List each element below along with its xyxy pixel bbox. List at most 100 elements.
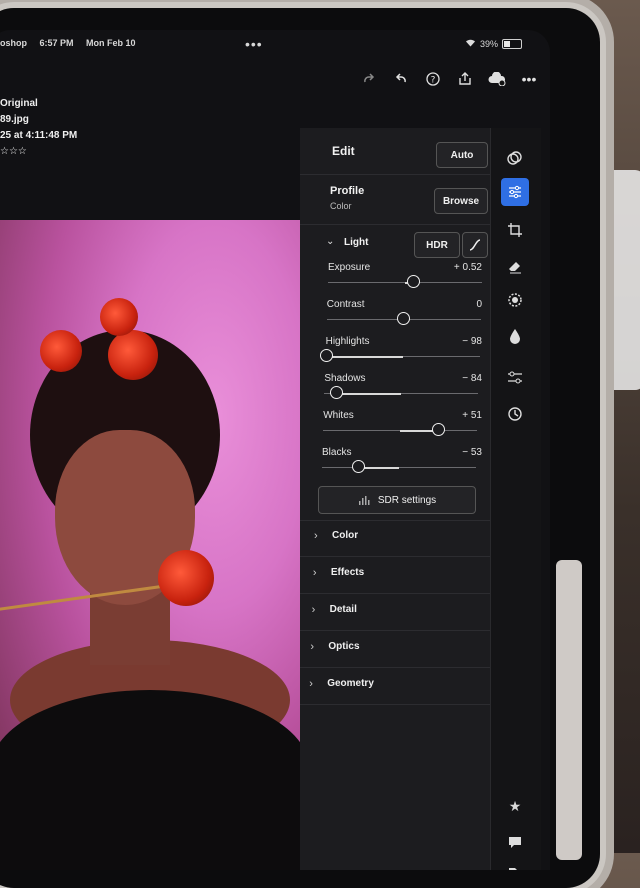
chevron-right-icon: › <box>309 678 313 690</box>
profile-label: Profile <box>330 185 365 197</box>
light-section-label[interactable]: Light <box>344 237 368 248</box>
slider-fill <box>327 355 403 358</box>
slider-track[interactable] <box>320 349 480 362</box>
capture-date: 25 at 4:11:48 PM <box>0 130 78 141</box>
chevron-down-icon[interactable]: ⌄ <box>326 236 334 247</box>
status-app-name: oshop <box>0 38 27 48</box>
slider-value[interactable]: − 98 <box>442 336 482 347</box>
section-effects[interactable]: › Effects <box>299 557 489 591</box>
slider-track[interactable] <box>326 312 481 325</box>
section-color[interactable]: › Color <box>300 520 490 554</box>
slider-track[interactable] <box>328 275 482 288</box>
chevron-right-icon: › <box>312 567 317 579</box>
section-label: Effects <box>330 567 365 578</box>
top-toolbar: ? ••• <box>360 70 538 88</box>
comment-icon[interactable] <box>505 832 525 852</box>
chevron-right-icon: › <box>311 604 316 616</box>
eraser-icon[interactable] <box>505 256 525 276</box>
slider-value[interactable]: − 84 <box>442 373 482 384</box>
sdr-settings-label: SDR settings <box>377 494 437 506</box>
divider <box>300 174 490 175</box>
sdr-settings-button[interactable]: SDR settings <box>318 486 476 514</box>
share-icon[interactable] <box>456 70 474 88</box>
star-rating[interactable]: ☆☆☆ <box>0 144 77 160</box>
tool-rail: ★ <box>490 128 541 870</box>
slider-label: Blacks <box>322 447 352 458</box>
slider-value[interactable]: 0 <box>442 299 482 310</box>
cloud-sync-icon[interactable] <box>488 70 506 88</box>
histogram-icon <box>358 496 370 505</box>
slider-knob[interactable] <box>320 349 334 362</box>
more-icon[interactable]: ••• <box>520 70 538 88</box>
section-optics[interactable]: › Optics <box>296 631 486 665</box>
heal-icon[interactable] <box>505 326 525 346</box>
slider-knob[interactable] <box>329 386 343 399</box>
masking-icon[interactable] <box>505 290 525 310</box>
photo-rose <box>108 330 158 380</box>
photo-canvas[interactable] <box>0 220 310 870</box>
tablet-screen: oshop 6:57 PM Mon Feb 10 ••• 39% ? ••• O… <box>0 30 550 870</box>
divider <box>300 704 490 705</box>
history-icon[interactable] <box>505 404 525 424</box>
tone-curve-button[interactable] <box>462 232 488 258</box>
tone-curve-icon <box>469 239 481 251</box>
photo-rose <box>40 330 82 372</box>
slider-value[interactable]: + 0.52 <box>442 262 482 273</box>
multitasking-dots-icon[interactable]: ••• <box>245 36 263 52</box>
section-label: Detail <box>329 604 357 615</box>
tag-icon[interactable] <box>505 864 525 870</box>
hdr-button[interactable]: HDR <box>414 232 460 258</box>
apple-pencil <box>556 560 582 860</box>
slider-label: Highlights <box>325 336 370 347</box>
versions-icon[interactable] <box>505 148 525 168</box>
redo-icon[interactable] <box>360 70 378 88</box>
status-bar: oshop 6:57 PM Mon Feb 10 ••• 39% <box>0 36 550 52</box>
section-label: Optics <box>328 641 360 652</box>
slider-value[interactable]: − 53 <box>442 447 482 458</box>
slider-label: Shadows <box>324 373 366 384</box>
slider-track[interactable] <box>324 386 479 399</box>
image-info: Original 89.jpg 25 at 4:11:48 PM ☆☆☆ <box>0 96 77 160</box>
divider <box>300 224 490 225</box>
slider-knob[interactable] <box>431 423 445 436</box>
chevron-right-icon: › <box>314 530 318 542</box>
photo-rose <box>100 298 138 336</box>
slider-track[interactable] <box>323 423 478 436</box>
photo-shirt <box>0 690 310 870</box>
section-detail[interactable]: › Detail <box>298 594 488 628</box>
slider-label: Contrast <box>326 299 365 310</box>
wifi-icon <box>465 38 476 49</box>
slider-knob[interactable] <box>351 460 365 473</box>
battery-icon <box>502 38 522 49</box>
version-label: Original <box>0 98 38 109</box>
section-label: Color <box>332 530 359 541</box>
edit-title: Edit <box>332 144 355 158</box>
profile-value: Color <box>330 201 352 211</box>
undo-icon[interactable] <box>392 70 410 88</box>
profile-browse-button[interactable]: Browse <box>434 188 488 214</box>
photo-rose <box>158 550 214 606</box>
edit-sliders-icon[interactable] <box>501 178 529 206</box>
auto-button[interactable]: Auto <box>436 142 488 168</box>
slider-knob[interactable] <box>407 275 421 288</box>
help-icon[interactable]: ? <box>424 70 442 88</box>
status-date: Mon Feb 10 <box>86 38 136 48</box>
star-icon[interactable]: ★ <box>505 796 525 816</box>
slider-knob[interactable] <box>396 312 410 325</box>
chevron-right-icon: › <box>310 641 315 653</box>
slider-fill <box>358 466 399 469</box>
battery-percent: 39% <box>479 38 498 49</box>
edit-panel: Edit Auto Profile Color Browse ⌄ Light H… <box>300 128 490 870</box>
slider-value[interactable]: + 51 <box>442 410 482 421</box>
slider-fill <box>336 392 402 395</box>
slider-label: Whites <box>323 410 354 421</box>
crop-icon[interactable] <box>505 220 525 240</box>
status-time: 6:57 PM <box>39 38 74 48</box>
slider-label: Exposure <box>328 262 371 273</box>
slider-track[interactable] <box>322 460 476 473</box>
section-label: Geometry <box>327 678 374 689</box>
presets-icon[interactable] <box>505 368 525 388</box>
section-geometry[interactable]: › Geometry <box>295 668 485 702</box>
filename: 89.jpg <box>0 114 29 125</box>
svg-text:?: ? <box>431 76 436 86</box>
